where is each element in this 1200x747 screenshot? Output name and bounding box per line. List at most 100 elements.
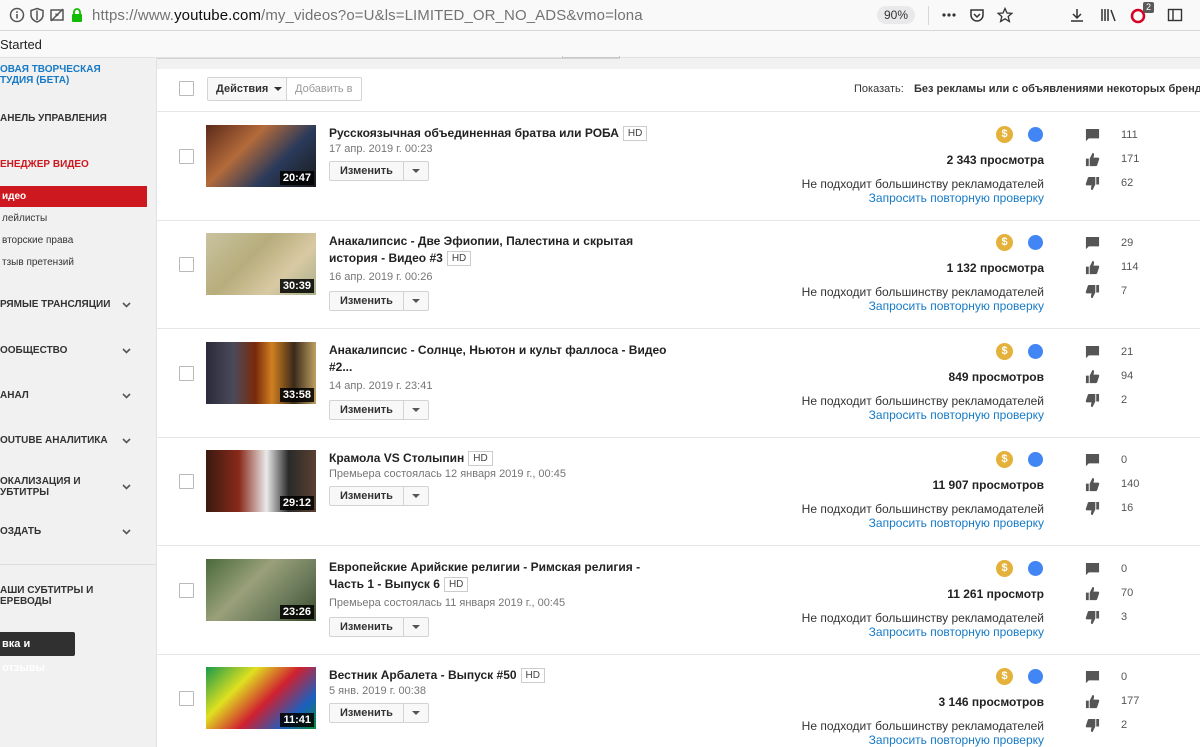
request-review-link[interactable]: Запросить повторную проверку [869, 733, 1044, 747]
edit-button-label: Изменить [330, 704, 404, 722]
chevron-down-icon [122, 438, 131, 444]
request-review-link[interactable]: Запросить повторную проверку [869, 625, 1044, 639]
video-title[interactable]: Вестник Арбалета - Выпуск #50 HD [329, 667, 674, 684]
comment-icon [1085, 236, 1100, 250]
request-review-link[interactable]: Запросить повторную проверку [869, 408, 1044, 422]
public-globe-icon[interactable] [1028, 344, 1043, 359]
thumbs-up-icon [1085, 586, 1100, 601]
monetization-dollar-icon[interactable]: $ [996, 560, 1013, 577]
video-checkbox[interactable] [179, 366, 194, 381]
add-to-button[interactable]: Добавить в [286, 77, 362, 101]
select-all-checkbox[interactable] [179, 81, 194, 96]
caret-down-icon [274, 87, 283, 91]
video-checkbox[interactable] [179, 257, 194, 272]
hd-badge: HD [443, 577, 469, 592]
library-icon[interactable] [1100, 6, 1118, 24]
monetization-dollar-icon[interactable]: $ [996, 668, 1013, 685]
help-feedback-button[interactable]: вка и отзывы [0, 632, 75, 674]
sidebar-sub-videos[interactable]: идео [0, 186, 147, 207]
show-filter-dropdown[interactable]: Без рекламы или с объявлениями некоторых… [914, 83, 1200, 95]
video-duration: 11:41 [280, 713, 314, 727]
public-globe-icon[interactable] [1028, 669, 1043, 684]
request-review-link[interactable]: Запросить повторную проверку [869, 299, 1044, 313]
public-globe-icon[interactable] [1028, 235, 1043, 250]
caret-down-icon [411, 169, 420, 173]
video-checkbox[interactable] [179, 691, 194, 706]
sidebar-item-analytics[interactable]: OUTUBE АНАЛИТИКА [0, 435, 156, 446]
secure-lock-icon[interactable] [68, 6, 86, 24]
edit-button[interactable]: Изменить [329, 617, 429, 637]
zoom-level-badge[interactable]: 90% [877, 6, 915, 24]
sidebar-sub-playlists[interactable]: лейлисты [0, 213, 147, 224]
sidebar-item-your-subtitles[interactable]: АШИ СУБТИТРЫ И ЕРЕВОДЫ [0, 585, 156, 607]
page-actions-menu-icon[interactable] [940, 6, 958, 24]
sidebar-item-video-manager[interactable]: ЕНЕДЖЕР ВИДЕО [0, 159, 156, 170]
actions-label: Действия [216, 83, 269, 95]
edit-button[interactable]: Изменить [329, 291, 429, 311]
sidebar-item-create[interactable]: ОЗДАТЬ [0, 526, 156, 537]
sidebar-item-channel[interactable]: АНАЛ [0, 390, 156, 401]
monetization-dollar-icon[interactable]: $ [996, 451, 1013, 468]
video-title[interactable]: Русскоязычная объединенная братва или РО… [329, 125, 674, 142]
info-icon[interactable] [8, 6, 26, 24]
bookmark-getting-started[interactable]: Started [0, 37, 42, 52]
video-checkbox[interactable] [179, 583, 194, 598]
public-globe-icon[interactable] [1028, 127, 1043, 142]
thumbs-down-icon [1085, 610, 1100, 625]
url-path: /my_videos?o=U&ls=LIMITED_OR_NO_ADS&vmo=… [261, 7, 643, 24]
caret-down-icon [411, 711, 420, 715]
edit-button[interactable]: Изменить [329, 703, 429, 723]
edit-button-label: Изменить [330, 487, 404, 505]
sidebar-item-localization[interactable]: ОКАЛИЗАЦИЯ И УБТИТРЫ [0, 476, 156, 498]
sidebar-item-dashboard[interactable]: АНЕЛЬ УПРАВЛЕНИЯ [0, 113, 156, 124]
video-thumbnail[interactable]: 29:12 [206, 450, 316, 512]
video-manager-main: Действия Добавить в Показать: Без реклам… [157, 56, 1200, 747]
comment-icon [1085, 128, 1100, 142]
sidebar-new-studio[interactable]: ОВАЯ ТВОРЧЕСКАЯ ТУДИЯ (БЕТА) [0, 64, 156, 86]
sidebar-toggle-icon[interactable] [1166, 6, 1184, 24]
like-count: 70 [1121, 587, 1134, 599]
edit-dropdown[interactable] [404, 704, 428, 722]
caret-down-icon [411, 625, 420, 629]
public-globe-icon[interactable] [1028, 452, 1043, 467]
bookmark-star-icon[interactable] [996, 6, 1014, 24]
actions-dropdown-button[interactable]: Действия [207, 77, 292, 101]
video-title[interactable]: Крамола VS Столыпин HD [329, 450, 674, 467]
sidebar-sub-copyright[interactable]: вторские права [0, 235, 147, 246]
edit-button[interactable]: Изменить [329, 400, 429, 420]
video-thumbnail[interactable]: 20:47 [206, 125, 316, 187]
pocket-icon[interactable] [968, 6, 986, 24]
video-checkbox[interactable] [179, 149, 194, 164]
edit-dropdown[interactable] [404, 618, 428, 636]
search-button-edge[interactable] [562, 56, 620, 58]
edit-dropdown[interactable] [404, 162, 428, 180]
monetization-dollar-icon[interactable]: $ [996, 126, 1013, 143]
sidebar-sub-claims[interactable]: тзыв претензий [0, 257, 147, 268]
video-thumbnail[interactable]: 11:41 [206, 667, 316, 729]
public-globe-icon[interactable] [1028, 561, 1043, 576]
sidebar-item-live[interactable]: РЯМЫЕ ТРАНСЛЯЦИИ [0, 299, 156, 310]
video-checkbox[interactable] [179, 474, 194, 489]
sidebar-item-community[interactable]: ООБЩЕСТВО [0, 345, 156, 356]
edit-button[interactable]: Изменить [329, 161, 429, 181]
video-thumbnail[interactable]: 30:39 [206, 233, 316, 295]
downloads-icon[interactable] [1068, 6, 1086, 24]
edit-button[interactable]: Изменить [329, 486, 429, 506]
autoplay-blocked-icon[interactable] [48, 6, 66, 24]
url-field[interactable]: https://www.youtube.com/my_videos?o=U&ls… [92, 7, 643, 24]
edit-dropdown[interactable] [404, 401, 428, 419]
monetization-dollar-icon[interactable]: $ [996, 234, 1013, 251]
edit-dropdown[interactable] [404, 292, 428, 310]
tracking-shield-icon[interactable] [28, 6, 46, 24]
video-title[interactable]: Европейские Арийские религии - Римская р… [329, 559, 674, 593]
video-title[interactable]: Анакалипсис - Солнце, Ньютон и культ фал… [329, 342, 674, 376]
video-thumbnail[interactable]: 33:58 [206, 342, 316, 404]
video-title[interactable]: Анакалипсис - Две Эфиопии, Палестина и с… [329, 233, 674, 267]
request-review-link[interactable]: Запросить повторную проверку [869, 516, 1044, 530]
video-thumbnail[interactable]: 23:26 [206, 559, 316, 621]
monetization-dollar-icon[interactable]: $ [996, 343, 1013, 360]
thumbs-up-icon [1085, 152, 1100, 167]
request-review-link[interactable]: Запросить повторную проверку [869, 191, 1044, 205]
comment-count: 0 [1121, 563, 1128, 575]
edit-dropdown[interactable] [404, 487, 428, 505]
